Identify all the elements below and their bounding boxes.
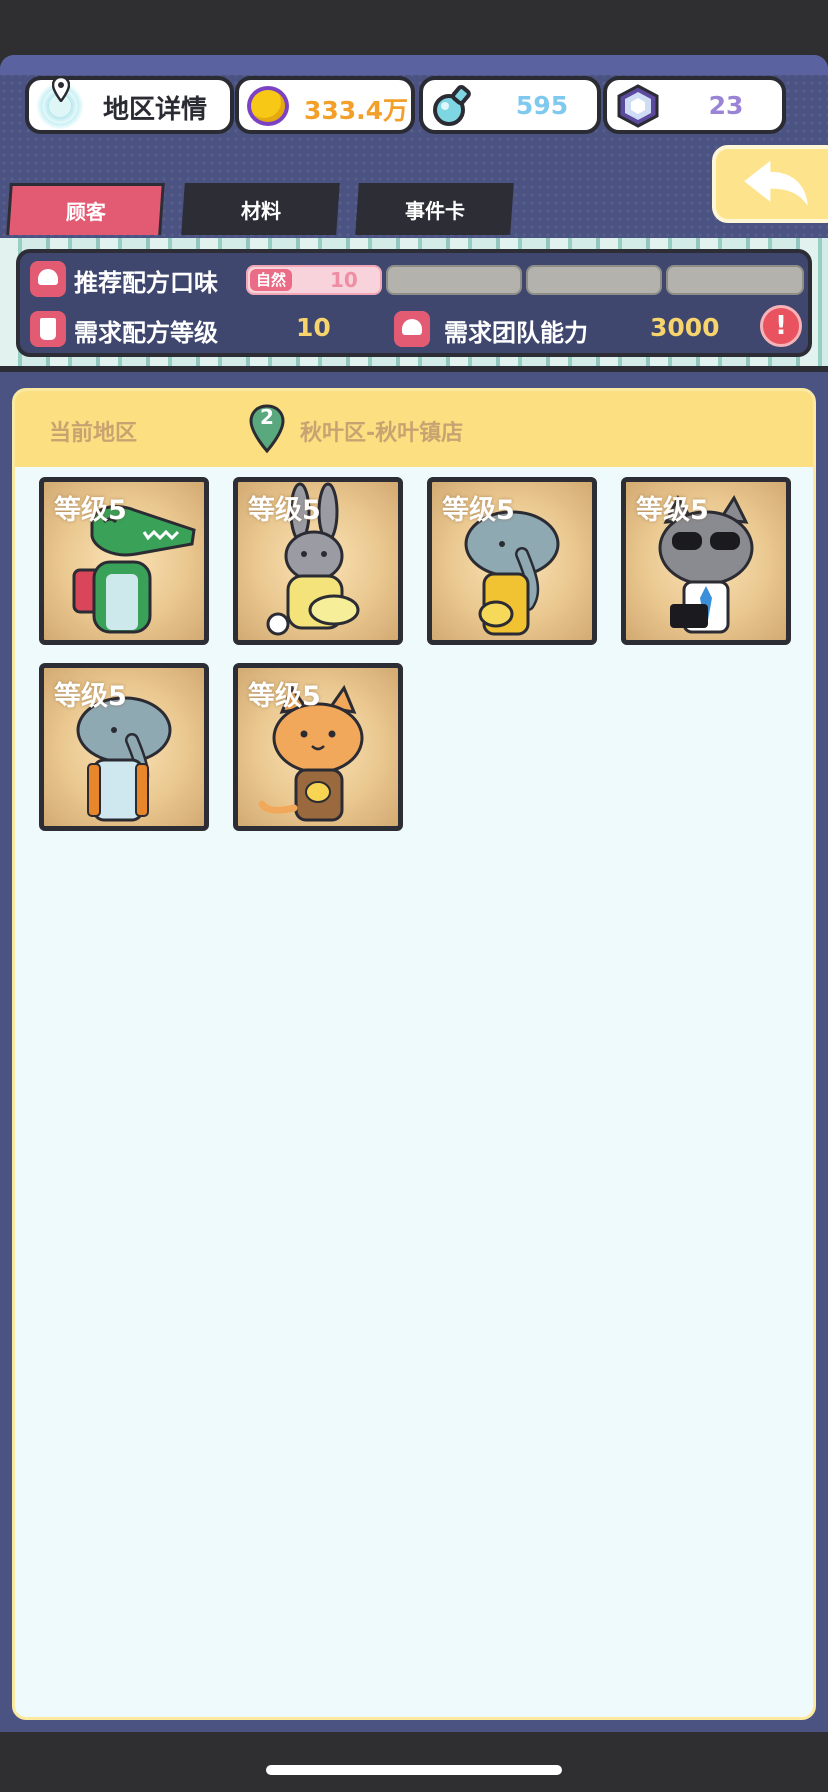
- customer-level: 等级5: [248, 681, 321, 712]
- tab-materials[interactable]: 材料: [181, 183, 340, 235]
- region-details-label: 地区详情: [103, 95, 208, 125]
- tab-customers-label: 顾客: [65, 200, 106, 224]
- flavor-slot-2: [386, 265, 522, 295]
- cup-icon: [30, 311, 66, 347]
- coin-icon: [247, 86, 289, 126]
- customer-card[interactable]: 等级5: [427, 477, 597, 645]
- customer-card[interactable]: 等级5: [233, 477, 403, 645]
- region-number: 2: [260, 405, 274, 429]
- current-region-bar: 当前地区 2 秋叶区-秋叶镇店: [15, 391, 813, 467]
- flavor-label: 推荐配方口味: [74, 269, 218, 297]
- recipe-level-label: 需求配方等级: [74, 319, 218, 347]
- tab-event-cards-label: 事件卡: [404, 198, 465, 223]
- chef-hat-icon: [30, 261, 66, 297]
- customer-level: 等级5: [54, 495, 127, 526]
- game-screen: 地区详情 333.4万 595 23 顾客 材料 事件卡 推荐配方口味 自然 1…: [0, 0, 828, 1792]
- customer-level: 等级5: [54, 681, 127, 712]
- header-edge: [0, 55, 828, 75]
- customer-card[interactable]: 等级5: [233, 663, 403, 831]
- region-details-button[interactable]: 地区详情: [25, 76, 234, 134]
- flavor-slot-1: 自然 10: [246, 265, 382, 295]
- tab-customers[interactable]: 顾客: [6, 183, 165, 235]
- tab-materials-label: 材料: [240, 198, 281, 223]
- flavor-slot-3: [526, 265, 662, 295]
- alert-icon[interactable]: !: [760, 305, 802, 347]
- potion-counter[interactable]: 595: [419, 76, 601, 134]
- region-name: 秋叶区-秋叶镇店: [300, 421, 464, 446]
- gem-counter[interactable]: 23: [603, 76, 786, 134]
- flavor-value: 10: [330, 268, 358, 292]
- customer-card[interactable]: 等级5: [621, 477, 791, 645]
- coin-counter[interactable]: 333.4万: [235, 76, 415, 134]
- customer-level: 等级5: [442, 495, 515, 526]
- gem-value: 23: [708, 91, 744, 120]
- customer-level: 等级5: [636, 495, 709, 526]
- back-arrow-icon: [744, 160, 808, 206]
- home-indicator[interactable]: [266, 1765, 562, 1775]
- location-pin-icon: [52, 76, 70, 102]
- current-region-label: 当前地区: [49, 421, 138, 446]
- recipe-level-value: 10: [296, 313, 331, 342]
- potion-value: 595: [515, 91, 569, 120]
- customer-card[interactable]: 等级5: [39, 663, 209, 831]
- customer-level: 等级5: [248, 495, 321, 526]
- flavor-tag: 自然: [250, 269, 293, 291]
- team-chef-hat-icon: [394, 311, 430, 347]
- requirements-panel: 推荐配方口味 自然 10 需求配方等级 10 需求团队能力 3000 !: [16, 249, 812, 357]
- customer-card[interactable]: 等级5: [39, 477, 209, 645]
- customer-list-card: 当前地区 2 秋叶区-秋叶镇店 等级5 等级5 等级5 等级5 等级5 等级5: [12, 388, 816, 1720]
- coin-value: 333.4万: [303, 96, 409, 125]
- team-ability-label: 需求团队能力: [444, 319, 588, 347]
- flavor-slot-4: [666, 265, 804, 295]
- hexagon-gem-icon: [617, 84, 659, 128]
- back-button[interactable]: [712, 145, 828, 223]
- team-ability-value: 3000: [650, 313, 720, 342]
- tab-event-cards[interactable]: 事件卡: [355, 183, 514, 235]
- potion-flask-icon: [433, 85, 471, 126]
